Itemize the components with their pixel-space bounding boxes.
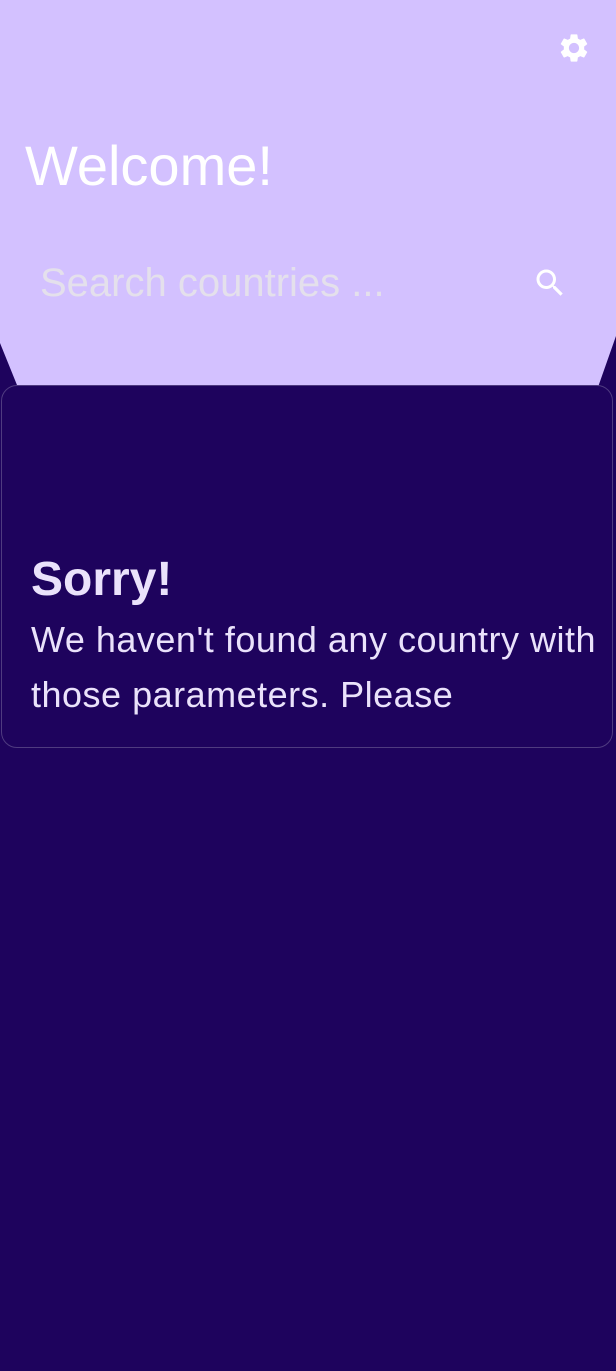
search-input[interactable] [26,252,510,314]
empty-state-title: Sorry! [31,553,173,606]
empty-state-message: We haven't found any country with those … [31,619,597,715]
gear-icon [560,34,588,62]
settings-button[interactable] [556,30,592,66]
header: Welcome! [0,0,616,390]
search-icon [536,269,563,296]
search-button[interactable] [530,263,570,303]
page-title: Welcome! [25,134,273,197]
empty-state-card: Sorry! We haven't found any country with… [1,385,613,748]
